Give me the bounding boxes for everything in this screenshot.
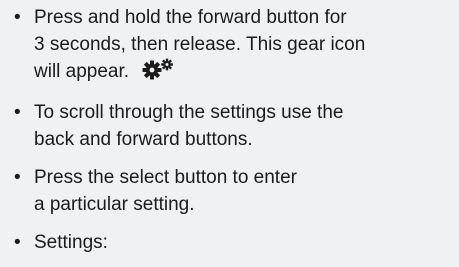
- bullet-marker: •: [14, 232, 21, 253]
- list-item: • Press the select button to enter a par…: [14, 164, 454, 218]
- instruction-line: Press the select button to enter: [34, 167, 297, 188]
- gear-icon: [142, 58, 176, 88]
- instructions-document: • Press and hold the forward button for …: [0, 0, 459, 253]
- instruction-line: 3 seconds, then release. This gear icon: [34, 34, 366, 55]
- bullet-marker: •: [14, 102, 21, 123]
- list-item: • Press and hold the forward button for …: [14, 4, 454, 88]
- bullet-marker: •: [14, 7, 21, 28]
- instruction-line: will appear.: [34, 61, 130, 82]
- list-item: • To scroll through the settings use the…: [14, 99, 454, 153]
- instruction-line: Press and hold the forward button for: [34, 7, 347, 28]
- list-item: • Settings:: [14, 229, 454, 256]
- instruction-line: a particular setting.: [34, 194, 195, 215]
- instruction-list: • Press and hold the forward button for …: [14, 4, 454, 267]
- bullet-marker: •: [14, 167, 21, 188]
- instruction-line: To scroll through the settings use the: [34, 102, 344, 123]
- settings-heading: Settings:: [34, 232, 108, 253]
- instruction-line: back and forward buttons.: [34, 129, 253, 150]
